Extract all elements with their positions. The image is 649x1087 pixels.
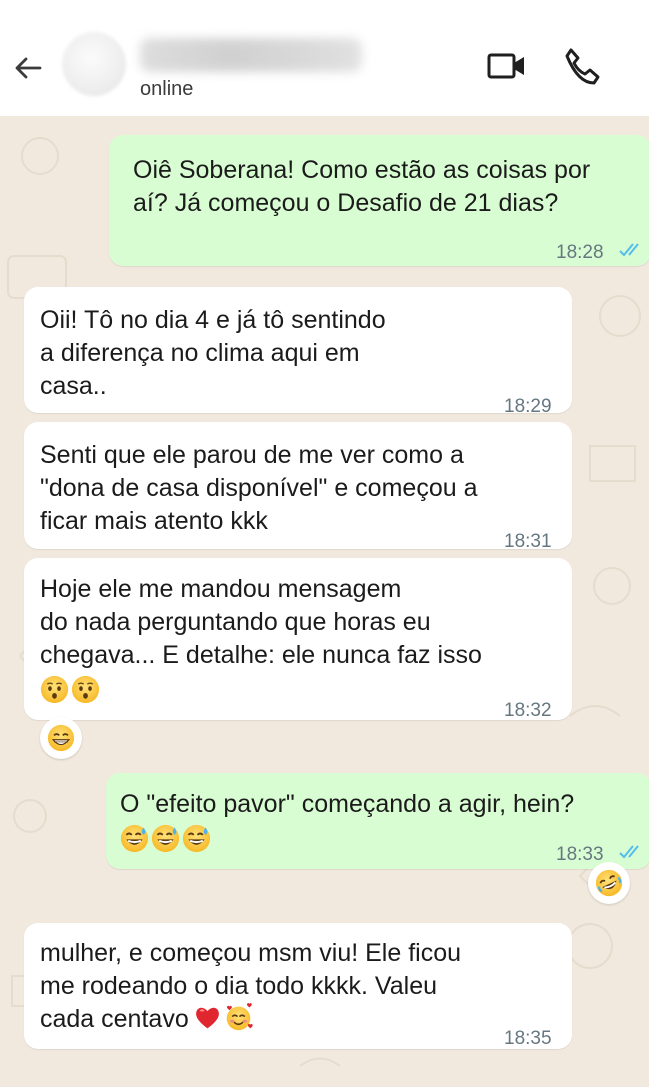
message-bubble-incoming[interactable]: Hoje ele me mandou mensagem do nada perg… [24, 558, 572, 721]
message-emoji-row [120, 824, 213, 857]
grinning-sweat-face-emoji-icon [120, 824, 149, 853]
message-text-line: aí? Já começou o Desafio de 21 dias? [133, 189, 559, 217]
grinning-sweat-face-emoji-icon [151, 824, 180, 853]
message-time: 18:35 [504, 1028, 552, 1049]
rolling-laughing-face-emoji-icon [595, 869, 623, 897]
read-ticks-icon [619, 844, 645, 860]
message-bubble-outgoing[interactable]: Oiê Soberana! Como estão as coisas por a… [109, 135, 649, 266]
contact-status: online [140, 78, 194, 100]
message-text-line: mulher, e começou msm viu! Ele ficou [40, 939, 461, 967]
red-heart-emoji-icon [193, 1003, 222, 1032]
back-arrow-icon[interactable] [10, 50, 46, 86]
message-text-line: casa.. [40, 372, 107, 400]
message-text-line: me rodeando o dia todo kkkk. Valeu [40, 972, 438, 1000]
message-time: 18:28 [556, 242, 604, 263]
message-time: 18:32 [504, 700, 552, 721]
message-time: 18:31 [504, 531, 552, 552]
message-reaction[interactable] [588, 862, 630, 904]
message-text-line-with-emoji: cada centavo [40, 1003, 255, 1036]
message-text-line: do nada perguntando que horas eu [40, 608, 431, 636]
read-ticks-icon [619, 242, 645, 258]
message-bubble-outgoing[interactable]: O "efeito pavor" começando a agir, hein?… [106, 773, 649, 869]
message-time: 18:29 [504, 396, 552, 417]
message-text-line: Oii! Tô no dia 4 e já tô sentindo [40, 306, 386, 334]
chat-header: online [0, 0, 649, 116]
message-text-line: "dona de casa disponível" e começou a [40, 474, 478, 502]
grinning-sweat-face-emoji-icon [182, 824, 211, 853]
message-text-line: O "efeito pavor" começando a agir, hein? [120, 790, 575, 818]
message-text-line: Senti que ele parou de me ver como a [40, 441, 464, 469]
message-text-line: a diferença no clima aqui em [40, 339, 360, 367]
message-bubble-incoming[interactable]: Senti que ele parou de me ver como a "do… [24, 422, 572, 552]
message-text-line: Hoje ele me mandou mensagem [40, 575, 402, 603]
video-call-icon[interactable] [486, 48, 528, 84]
message-bubble-incoming[interactable]: mulher, e começou msm viu! Ele ficou me … [24, 923, 572, 1049]
message-emoji-row [40, 675, 102, 708]
message-text-line: ficar mais atento kkk [40, 507, 268, 535]
contact-name-redacted[interactable] [140, 38, 362, 72]
hushed-face-emoji-icon [71, 675, 100, 704]
grinning-face-emoji-icon [47, 724, 75, 752]
message-text-line: cada centavo [40, 1005, 189, 1033]
message-bubble-incoming[interactable]: Oii! Tô no dia 4 e já tô sentindo a dife… [24, 287, 572, 417]
message-text-line: chegava... E detalhe: ele nunca faz isso [40, 641, 482, 669]
message-text-line: Oiê Soberana! Como estão as coisas por [133, 156, 591, 184]
contact-avatar[interactable] [62, 32, 126, 96]
message-reaction[interactable] [40, 717, 82, 759]
smiling-face-with-hearts-emoji-icon [224, 1003, 253, 1032]
phone-icon[interactable] [562, 46, 602, 86]
hushed-face-emoji-icon [40, 675, 69, 704]
